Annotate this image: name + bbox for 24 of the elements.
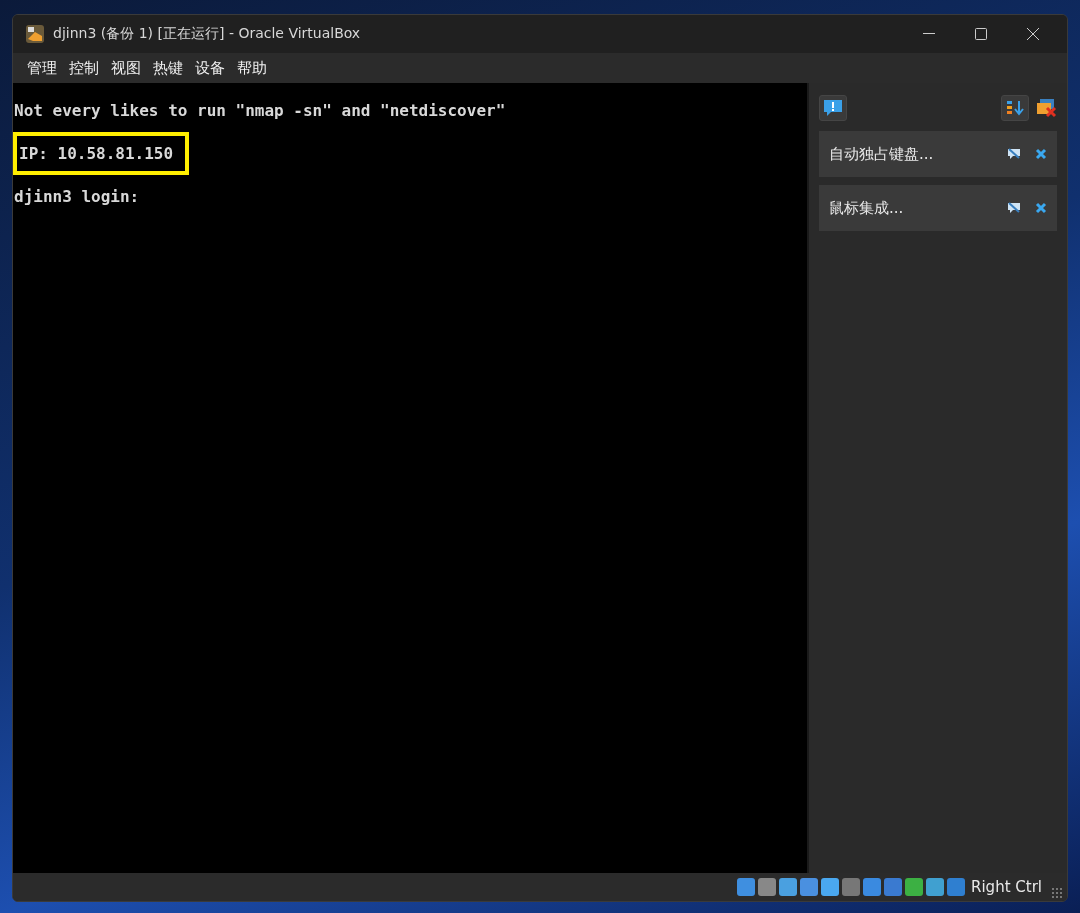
mute-notification-icon[interactable]: [1007, 148, 1021, 160]
minimize-icon: [923, 33, 935, 35]
host-key-label: Right Ctrl: [971, 878, 1042, 896]
menu-item[interactable]: 热键: [147, 54, 189, 82]
notification-text: 鼠标集成...: [829, 198, 905, 218]
console-line: Not every likes to run "nmap -sn" and "netdiscover": [13, 101, 506, 120]
close-icon[interactable]: [1035, 202, 1047, 214]
app-logo-icon: [25, 24, 45, 44]
maximize-icon: [975, 28, 987, 40]
menu-item[interactable]: 设备: [189, 54, 231, 82]
console-line: djinn3 login:: [13, 187, 140, 206]
close-icon[interactable]: [1035, 148, 1047, 160]
resize-grip-icon[interactable]: [1051, 887, 1063, 899]
sort-icon[interactable]: [1001, 95, 1029, 121]
menu-item[interactable]: 管理: [21, 54, 63, 82]
dismiss-all-icon[interactable]: [1035, 98, 1057, 118]
menu-item[interactable]: 视图: [105, 54, 147, 82]
message-icon[interactable]: [819, 95, 847, 121]
menu-item[interactable]: 帮助: [231, 54, 273, 82]
menu-item[interactable]: 控制: [63, 54, 105, 82]
mute-notification-icon[interactable]: [1007, 202, 1021, 214]
window-title: djinn3 (备份 1) [正在运行] - Oracle VirtualBox: [53, 25, 362, 43]
notification-text: 自动独占键盘...: [829, 144, 935, 164]
close-icon: [1027, 28, 1039, 40]
